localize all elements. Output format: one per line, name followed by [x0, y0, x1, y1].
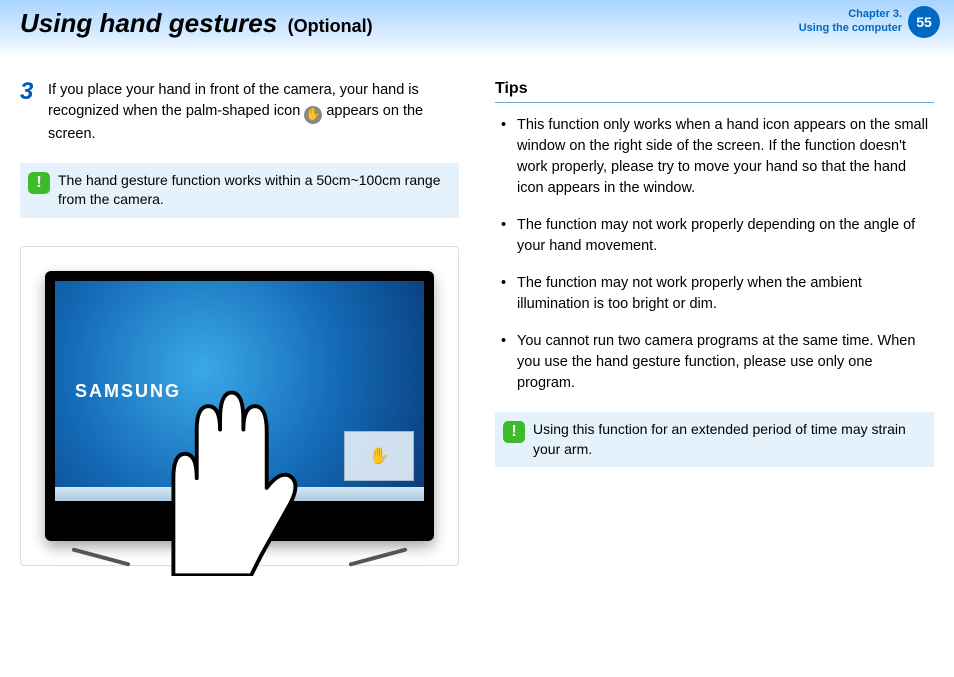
page-title-optional: (Optional) — [288, 16, 373, 36]
palm-icon: ✋ — [304, 106, 322, 124]
alert-icon: ! — [28, 172, 50, 194]
list-item: This function only works when a hand ico… — [495, 115, 934, 199]
chapter-line-2: Using the computer — [799, 22, 902, 36]
page-header: Using hand gestures (Optional) Chapter 3… — [0, 0, 954, 58]
tips-heading: Tips — [495, 80, 934, 103]
list-item: You cannot run two camera programs at th… — [495, 331, 934, 394]
range-note-text: The hand gesture function works within a… — [58, 171, 449, 210]
monitor-stand-left — [72, 547, 131, 566]
monitor-stand-right — [349, 547, 408, 566]
header-right: Chapter 3. Using the computer 55 — [799, 6, 940, 38]
content-area: 3 If you place your hand in front of the… — [0, 58, 954, 566]
tips-list: This function only works when a hand ico… — [495, 115, 934, 394]
list-item: The function may not work properly depen… — [495, 215, 934, 257]
step-text: If you place your hand in front of the c… — [48, 80, 459, 145]
page-number-badge: 55 — [908, 6, 940, 38]
illustration-figure: SAMSUNG ✋ — [20, 246, 459, 566]
hand-icon — [135, 342, 310, 575]
hand-overlay-window: ✋ — [344, 431, 414, 481]
strain-note-text: Using this function for an extended peri… — [533, 420, 924, 459]
page-title: Using hand gestures — [20, 8, 277, 38]
range-note: ! The hand gesture function works within… — [20, 163, 459, 218]
left-column: 3 If you place your hand in front of the… — [20, 80, 459, 566]
step-block: 3 If you place your hand in front of the… — [20, 80, 459, 145]
alert-icon: ! — [503, 421, 525, 443]
step-number: 3 — [20, 80, 38, 145]
chapter-line-1: Chapter 3. — [799, 8, 902, 22]
right-column: Tips This function only works when a han… — [495, 80, 934, 566]
chapter-label: Chapter 3. Using the computer — [799, 8, 902, 36]
strain-note: ! Using this function for an extended pe… — [495, 412, 934, 467]
list-item: The function may not work properly when … — [495, 273, 934, 315]
